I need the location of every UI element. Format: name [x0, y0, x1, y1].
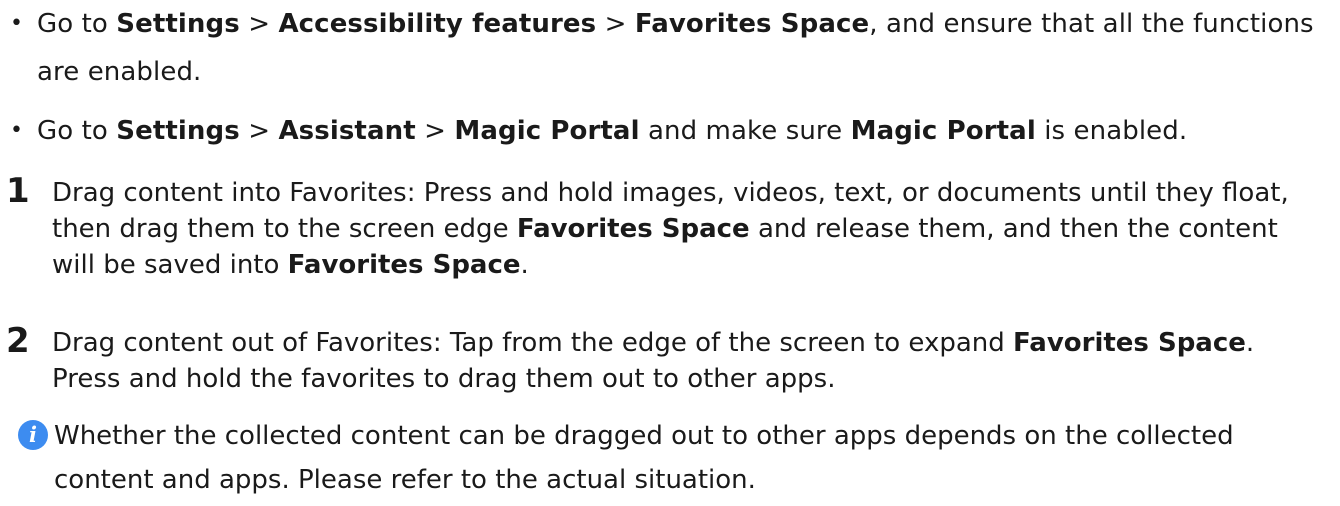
- step-text-part: .: [520, 250, 529, 280]
- step-2: 2 Drag content out of Favorites: Tap fro…: [6, 321, 1326, 397]
- bullet-text: Go to Settings > Assistant > Magic Porta…: [37, 107, 1330, 155]
- step-text-bold: Favorites Space: [287, 250, 521, 280]
- note-text: Whether the collected content can be dra…: [54, 421, 1234, 495]
- info-note: i Whether the collected content can be d…: [18, 414, 1338, 502]
- bullet-text-bold: Settings: [116, 9, 240, 39]
- bullet-text-part: and make sure: [639, 116, 851, 146]
- step-text-bold: Favorites Space: [1013, 328, 1246, 358]
- bullet-text-bold: Settings: [116, 116, 240, 146]
- bullet-text-bold: Assistant: [278, 116, 416, 146]
- step-number: 1: [6, 171, 30, 211]
- bullet-text-bold: Accessibility features: [278, 9, 597, 39]
- bullet-text-part: >: [596, 9, 635, 39]
- bullet-text-bold: Favorites Space: [634, 9, 870, 39]
- step-1: 1 Drag content into Favorites: Press and…: [6, 171, 1326, 283]
- bullet-text-part: >: [239, 116, 279, 146]
- bullet-dot: •: [10, 11, 24, 36]
- step-text-part: Drag content out of Favorites: Tap from …: [52, 328, 1014, 358]
- bullet-item-favorites-settings: • Go to Settings > Accessibility feature…: [10, 0, 1330, 96]
- step-number: 2: [6, 321, 30, 361]
- bullet-text-part: Go to: [37, 116, 117, 146]
- bullet-item-magic-portal: • Go to Settings > Assistant > Magic Por…: [10, 107, 1330, 155]
- bullet-text-part: >: [239, 9, 279, 39]
- bullet-dot: •: [10, 118, 24, 143]
- bullet-text: Go to Settings > Accessibility features …: [37, 0, 1330, 96]
- bullet-text-part: >: [415, 116, 455, 146]
- bullet-text-part: is enabled.: [1035, 116, 1188, 146]
- document-body: • Go to Settings > Accessibility feature…: [0, 0, 1340, 506]
- step-text: Drag content out of Favorites: Tap from …: [52, 325, 1326, 397]
- info-icon: i: [18, 420, 48, 450]
- step-text: Drag content into Favorites: Press and h…: [52, 175, 1326, 283]
- bullet-text-part: Go to: [37, 9, 117, 39]
- bullet-text-bold: Magic Portal: [454, 116, 640, 146]
- bullet-text-bold: Magic Portal: [850, 116, 1036, 146]
- step-text-bold: Favorites Space: [516, 214, 750, 244]
